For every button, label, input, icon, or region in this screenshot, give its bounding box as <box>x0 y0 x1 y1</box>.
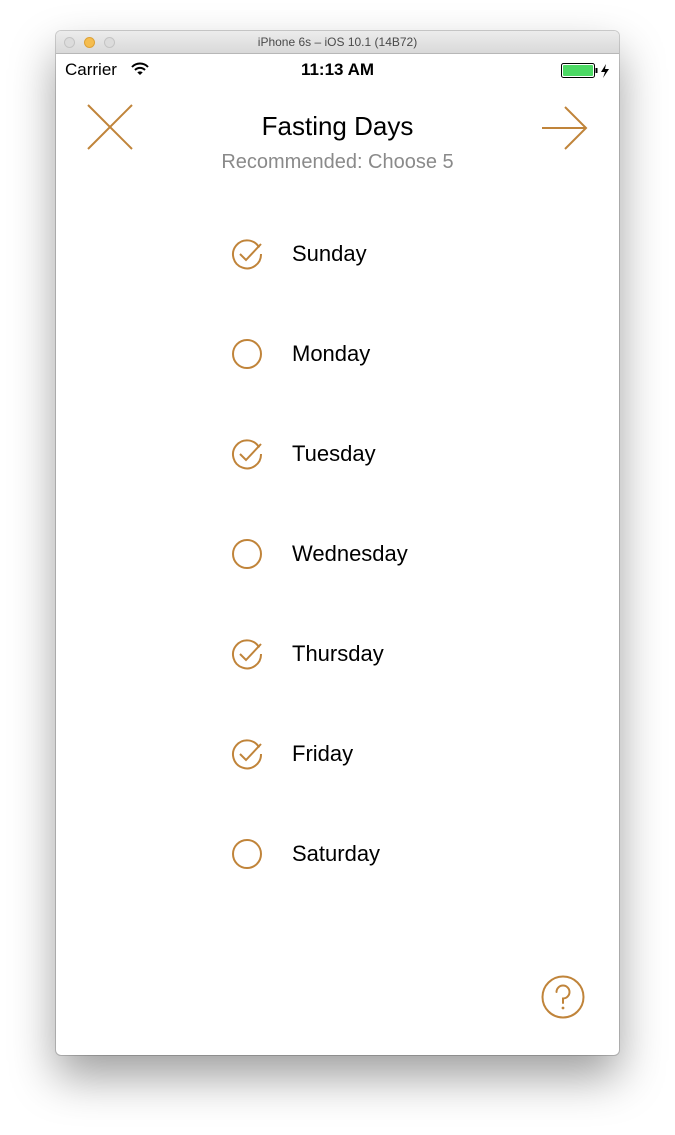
window-title: iPhone 6s – iOS 10.1 (14B72) <box>257 35 418 49</box>
page-title: Fasting Days <box>261 111 414 141</box>
day-label: Sunday <box>292 241 367 266</box>
day-item-friday[interactable]: Friday <box>231 729 481 829</box>
day-label: Saturday <box>292 841 381 866</box>
desktop: iPhone 6s – iOS 10.1 (14B72) Carrier 11:… <box>0 0 675 1135</box>
empty-circle-icon[interactable] <box>231 538 263 570</box>
arrow-right-icon[interactable] <box>541 106 589 150</box>
day-item-tuesday[interactable]: Tuesday <box>231 429 481 529</box>
day-item-monday[interactable]: Monday <box>231 329 481 429</box>
day-label: Wednesday <box>292 541 408 566</box>
day-item-saturday[interactable]: Saturday <box>231 829 481 929</box>
status-time: 11:13 AM <box>300 60 375 79</box>
day-label: Tuesday <box>292 441 376 466</box>
checkmark-circle-icon[interactable] <box>231 738 263 770</box>
day-label: Monday <box>292 341 371 366</box>
empty-circle-icon[interactable] <box>231 338 263 370</box>
battery-charging-icon <box>561 63 609 78</box>
day-list: Sunday Monday Tuesday Wednesday Thursday Frid… <box>231 229 481 929</box>
day-item-sunday[interactable]: Sunday <box>231 229 481 329</box>
page-subtitle: Recommended: Choose 5 <box>221 151 454 173</box>
day-label: Thursday <box>292 641 384 666</box>
simulator-window: iPhone 6s – iOS 10.1 (14B72) Carrier 11:… <box>56 31 619 1055</box>
question-icon[interactable] <box>541 975 585 1019</box>
day-item-thursday[interactable]: Thursday <box>231 629 481 729</box>
window-titlebar[interactable]: iPhone 6s – iOS 10.1 (14B72) <box>56 31 619 54</box>
status-bar: Carrier 11:13 AM <box>56 54 619 86</box>
checkmark-circle-icon[interactable] <box>231 438 263 470</box>
empty-circle-icon[interactable] <box>231 838 263 870</box>
day-label: Friday <box>292 741 354 766</box>
checkmark-circle-icon[interactable] <box>231 238 263 270</box>
checkmark-circle-icon[interactable] <box>231 638 263 670</box>
day-item-wednesday[interactable]: Wednesday <box>231 529 481 629</box>
